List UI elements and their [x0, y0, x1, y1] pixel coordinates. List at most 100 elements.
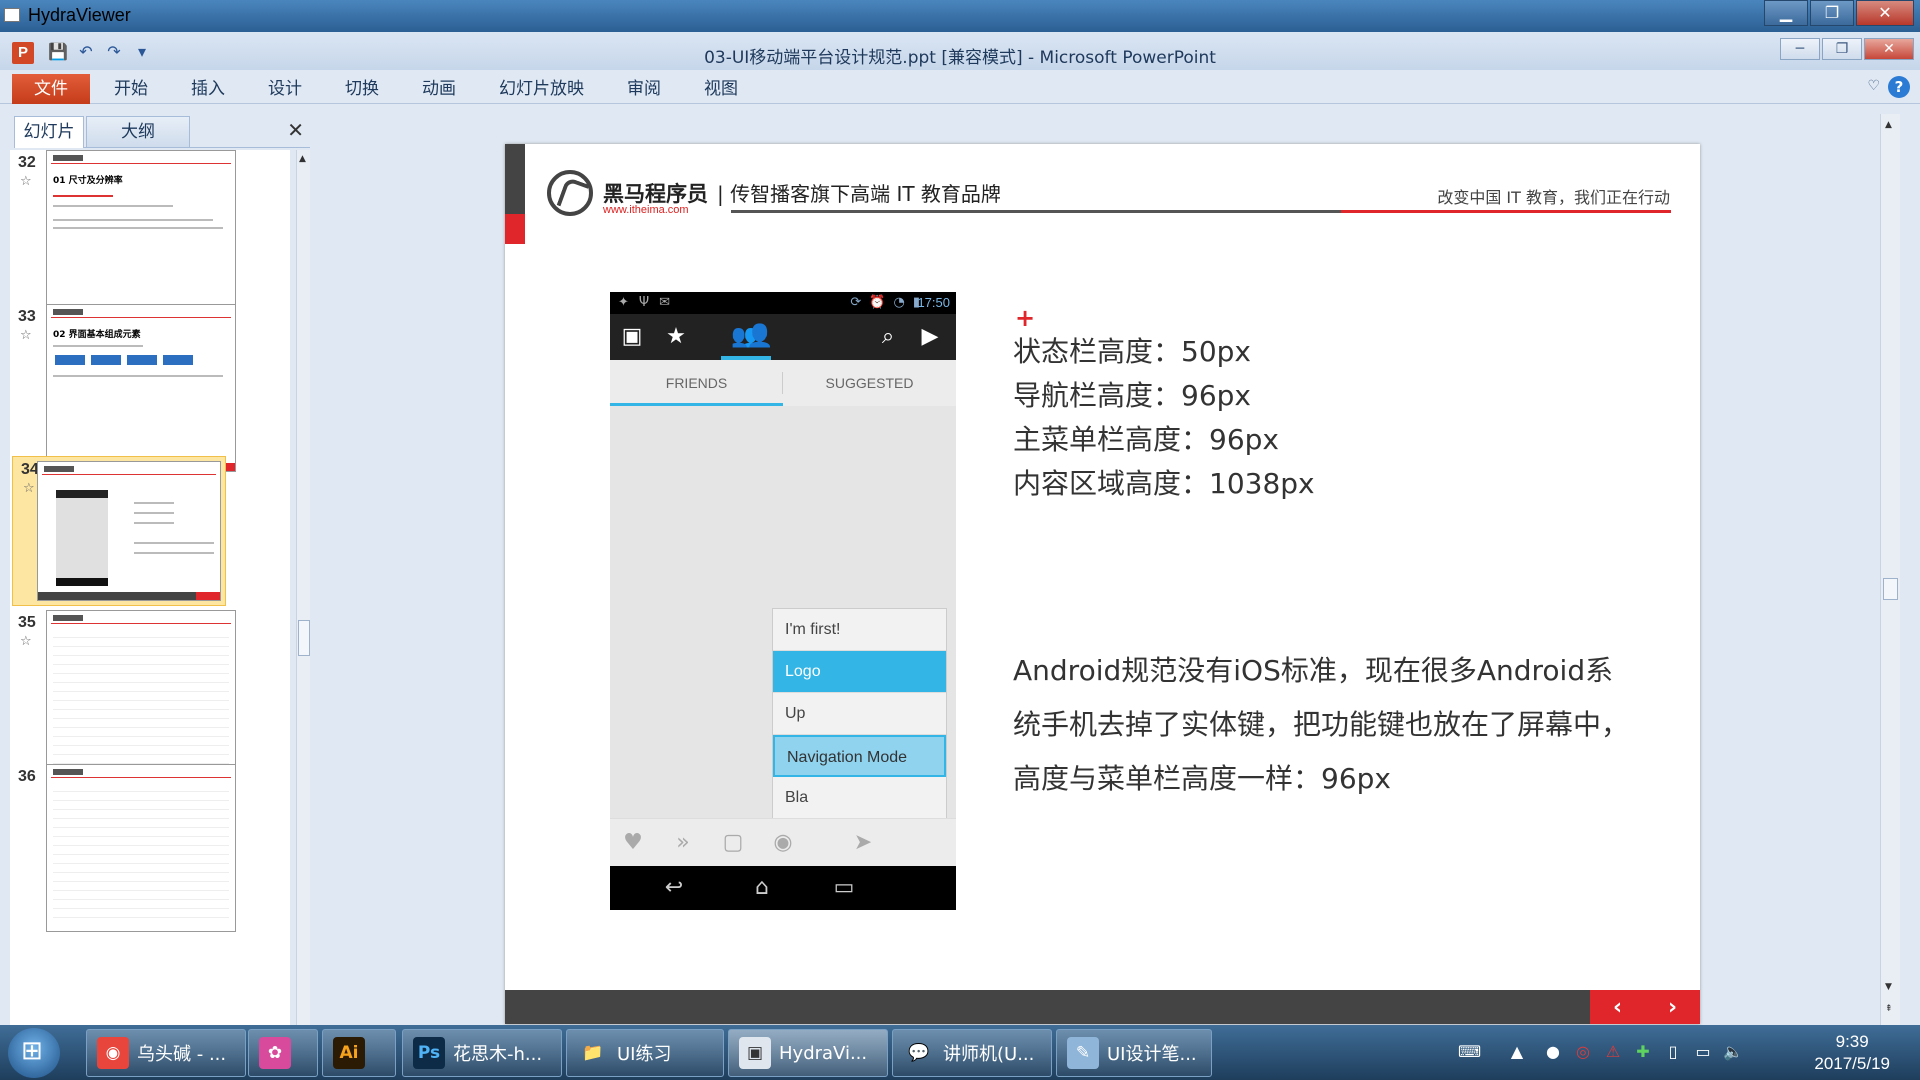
taskbar-item-photoshop[interactable]: Ps 花思木-h... — [402, 1029, 562, 1077]
chat-tray-icon[interactable]: ● — [1542, 1041, 1564, 1063]
taskbar-item-hydraviewer[interactable]: ▣ HydraVi... — [728, 1029, 888, 1077]
slide-accent-bar — [505, 144, 525, 244]
scroll-down-icon[interactable]: ▼ — [1885, 982, 1892, 992]
prev-slide-icon[interactable]: ⇞ — [1885, 1004, 1893, 1014]
phone-tab-suggested: SUGGESTED — [825, 375, 914, 391]
thumbnail-image — [46, 764, 236, 932]
hydraviewer-icon: ▣ — [739, 1037, 771, 1069]
taskbar-label: HydraVi... — [779, 1042, 868, 1064]
device-icon[interactable]: ▯ — [1662, 1041, 1684, 1063]
android-icon: ✦ — [618, 295, 629, 310]
thumb-line — [53, 195, 113, 197]
tab-outline[interactable]: 大纲 — [86, 116, 190, 148]
thumbnail-number: 36 — [18, 768, 36, 785]
thumbnail-title: 01 尺寸及分辨率 — [53, 176, 123, 186]
thumbnail-title: 02 界面基本组成元素 — [53, 330, 141, 340]
menu-item: Logo — [773, 651, 946, 693]
taskbar-item-chat[interactable]: 💬 讲师机(U... — [892, 1029, 1052, 1077]
scroll-up-icon[interactable]: ▲ — [299, 154, 306, 164]
system-clock[interactable]: 9:39 2017/5/19 — [1814, 1031, 1890, 1075]
file-tab[interactable]: 文件 — [12, 74, 90, 104]
window-controls: ▁ ❐ ✕ — [1762, 0, 1914, 26]
phone-action-bar: ▣ ★ 👥 👤 ⌕ ▶ — [610, 314, 956, 360]
status-left-icons: ✦ Ψ ✉ — [618, 295, 670, 310]
spec-menu-bar: 主菜单栏高度：96px — [1013, 423, 1279, 456]
thumbnail-item[interactable]: 32 ☆ 01 尺寸及分辨率 — [10, 150, 290, 326]
send-icon: ➤ — [853, 830, 873, 855]
folder-icon: ▢ — [722, 830, 744, 855]
scroll-up-icon[interactable]: ▲ — [1885, 120, 1892, 130]
security-icon[interactable]: ◎ — [1572, 1041, 1594, 1063]
taskbar-item-pinwheel[interactable]: ✿ — [248, 1029, 318, 1077]
description-line: 统手机去掉了实体键，把功能键也放在了屏幕中， — [1013, 708, 1630, 741]
thumb-line — [53, 219, 213, 221]
keyboard-icon[interactable]: ⌨ — [1458, 1041, 1481, 1063]
start-button[interactable] — [8, 1028, 60, 1078]
tab-animations[interactable]: 动画 — [422, 74, 456, 104]
current-slide[interactable]: 黑马程序员 www.itheima.com | 传智播客旗下高端 IT 教育品牌… — [505, 144, 1700, 1024]
brand-url: www.itheima.com — [603, 204, 689, 216]
taskbar-item-notes[interactable]: ✎ UI设计笔... — [1056, 1029, 1212, 1077]
tv-icon: ▣ — [621, 324, 643, 349]
scroll-thumb[interactable] — [298, 620, 310, 656]
folder-icon: 📁 — [582, 1043, 604, 1063]
phone-bottom-bar: ♥ » ▢ ◉ ➤ — [610, 818, 956, 866]
window-title: HydraViewer — [28, 5, 131, 25]
maximize-button[interactable]: ❐ — [1810, 0, 1854, 26]
thumb-button — [55, 355, 85, 365]
thumb-header — [42, 465, 216, 475]
panel-close-icon[interactable]: ✕ — [287, 118, 304, 142]
sync-icon: ⟳ — [850, 295, 862, 310]
ppt-restore-button[interactable]: ❐ — [1822, 38, 1862, 60]
video-icon: ▶ — [921, 324, 939, 349]
thumbnail-item[interactable]: 36 — [10, 764, 290, 940]
close-button[interactable]: ✕ — [1856, 0, 1914, 26]
powerpoint-window: P 💾 ↶ ↷ ▾ 03-UI移动端平台设计规范.ppt [兼容模式] - Mi… — [0, 32, 1920, 1025]
ppt-close-button[interactable]: ✕ — [1864, 38, 1914, 60]
ppt-title-bar: P 💾 ↶ ↷ ▾ 03-UI移动端平台设计规范.ppt [兼容模式] - Mi… — [0, 32, 1920, 70]
tab-slides[interactable]: 幻灯片 — [14, 116, 84, 148]
thumb-line — [53, 205, 173, 207]
thumb-header — [51, 308, 231, 318]
next-arrow-icon[interactable]: › — [1668, 995, 1677, 1020]
pinwheel-icon: ✿ — [259, 1037, 291, 1069]
thumbnail-item[interactable]: 33 ☆ 02 界面基本组成元素 — [10, 304, 290, 480]
tab-slideshow[interactable]: 幻灯片放映 — [499, 74, 584, 104]
tab-home[interactable]: 开始 — [114, 74, 148, 104]
thumbnail-item[interactable]: 35 ☆ — [10, 610, 290, 786]
illustrator-icon: Ai — [333, 1037, 365, 1069]
thumbnail-image — [37, 461, 221, 601]
chrome-icon: ◉ — [97, 1037, 129, 1069]
thumbnail-item-selected[interactable]: 34 ☆ — [12, 456, 226, 606]
acrobat-icon[interactable]: ⚠ — [1602, 1041, 1624, 1063]
tab-design[interactable]: 设计 — [268, 74, 302, 104]
phone-tabs: FRIENDS SUGGESTED — [610, 360, 956, 406]
tab-review[interactable]: 审阅 — [627, 74, 661, 104]
show-hidden-icon[interactable]: ▲ — [1506, 1041, 1528, 1063]
thumbnail-image: 01 尺寸及分辨率 — [46, 150, 236, 318]
plus-tray-icon[interactable]: ✚ — [1632, 1041, 1654, 1063]
editor-scrollbar[interactable]: ▲ ▼ ⇞ — [1880, 114, 1900, 1025]
notes-icon: ✎ — [1067, 1037, 1099, 1069]
taskbar-item-illustrator[interactable]: Ai — [322, 1029, 396, 1077]
ppt-minimize-button[interactable]: ─ — [1780, 38, 1820, 60]
volume-icon[interactable]: 🔈 — [1722, 1041, 1744, 1063]
thumb-line — [134, 512, 174, 514]
tab-insert[interactable]: 插入 — [191, 74, 225, 104]
minimize-ribbon-icon[interactable]: ♡ — [1867, 78, 1880, 94]
thumbnail-scrollbar[interactable]: ▲ — [296, 150, 310, 1025]
slide-panel: 幻灯片 大纲 ✕ 32 ☆ 01 尺寸及分辨率 33 ☆ 02 界面基本组成元素… — [10, 114, 310, 1025]
network-icon[interactable]: ▭ — [1692, 1041, 1714, 1063]
taskbar-item-folder[interactable]: 📁 UI练习 — [566, 1029, 724, 1077]
tab-transitions[interactable]: 切换 — [345, 74, 379, 104]
menu-item: Bla — [773, 777, 946, 819]
panel-tabs: 幻灯片 大纲 ✕ — [14, 114, 310, 148]
tab-view[interactable]: 视图 — [704, 74, 738, 104]
scroll-thumb[interactable] — [1883, 578, 1898, 600]
taskbar-item-chrome[interactable]: ◉ 乌头碱 - ... — [86, 1029, 246, 1077]
minimize-button[interactable]: ▁ — [1764, 0, 1808, 26]
help-icon[interactable]: ? — [1888, 76, 1910, 98]
thumbnail-number: 33 — [18, 308, 36, 325]
prev-arrow-icon[interactable]: ‹ — [1613, 995, 1622, 1020]
phone-popup-menu: I'm first! Logo Up Navigation Mode Bla — [772, 608, 947, 820]
